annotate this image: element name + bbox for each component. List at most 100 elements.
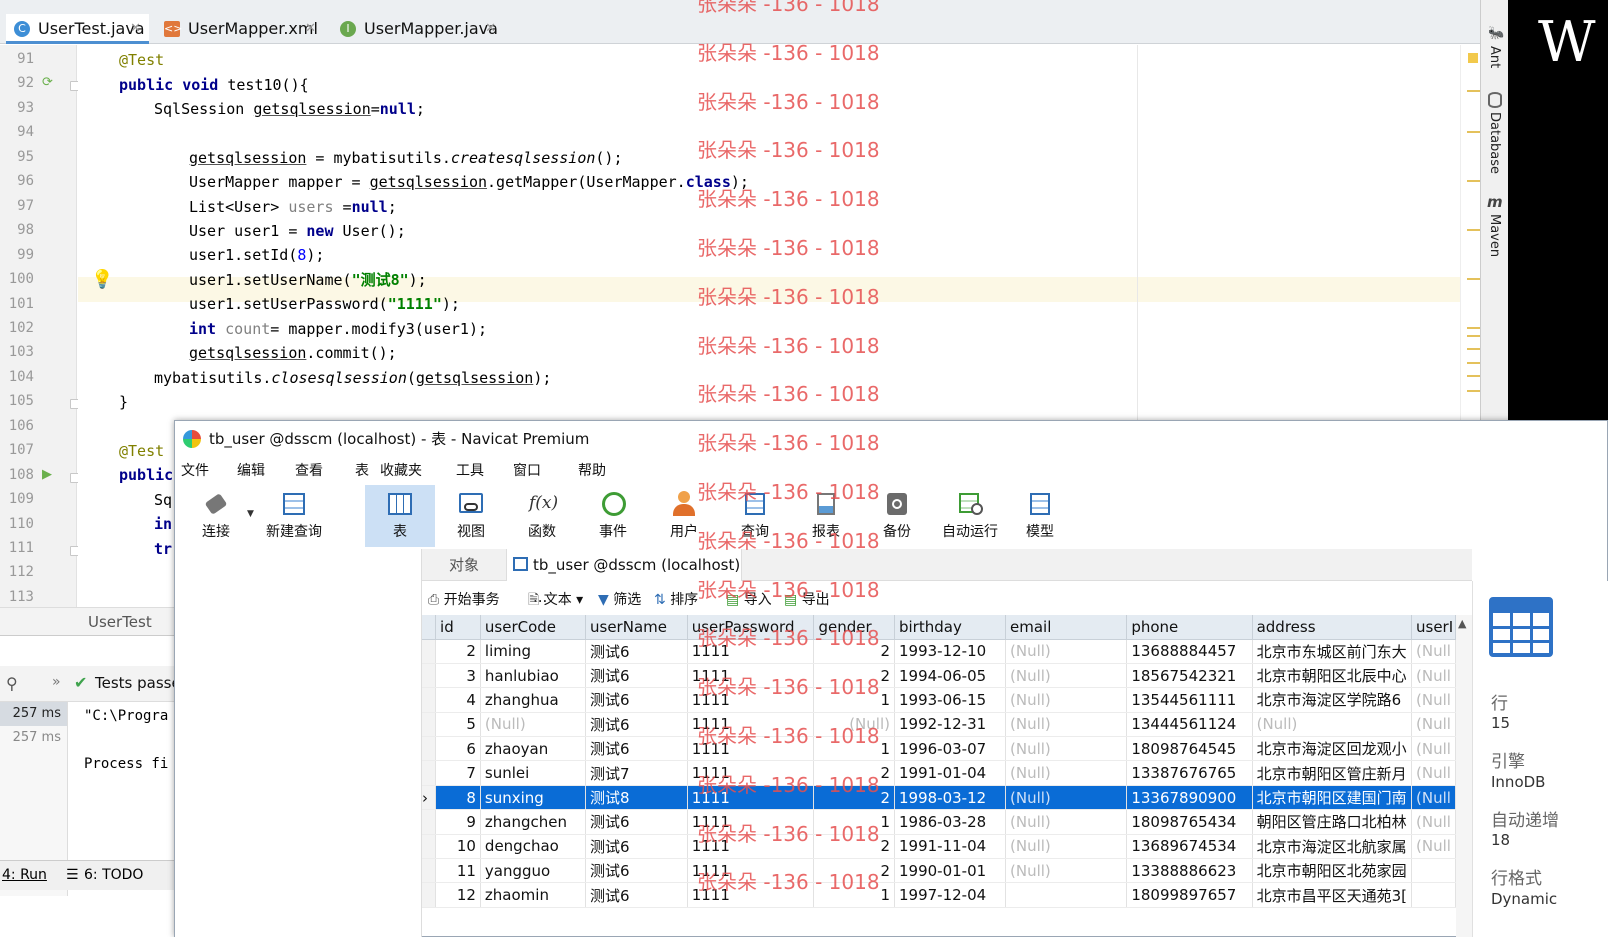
toolbar-model[interactable]: 模型 — [1005, 485, 1075, 547]
grid-cell[interactable]: (Null — [1411, 834, 1456, 860]
table-row[interactable]: 11 yangguo 测试6 1111 2 1990-01-01 (Null) 1338888… — [422, 858, 1456, 884]
table-row[interactable]: 4 zhanghua 测试6 1111 1 1993-06-15 (Null) 1354456… — [422, 687, 1456, 713]
grid-cell[interactable]: 测试6 — [585, 687, 688, 713]
grid-cell[interactable]: 13387676765 — [1126, 760, 1253, 786]
stripe-marker[interactable] — [1467, 362, 1481, 364]
stripe-marker[interactable] — [1467, 390, 1481, 392]
grid-cell[interactable]: (Null — [1411, 760, 1456, 786]
column-header[interactable]: phone — [1126, 615, 1253, 640]
grid-cell[interactable]: (Null — [1411, 663, 1456, 689]
menu-table-prefix[interactable]: 表 — [355, 457, 369, 485]
grid-cell[interactable]: 2 — [435, 639, 481, 664]
table-row[interactable]: › 8 sunxing 测试8 1111 2 1998-03-12 (Null) 1336789… — [422, 785, 1456, 811]
grid-cell[interactable]: 北京市朝阳区北苑家园 — [1252, 858, 1413, 884]
menu-view[interactable]: 查看 — [295, 457, 323, 485]
grid-cell[interactable]: 1996-03-07 — [894, 736, 1007, 762]
grid-cell[interactable] — [1411, 858, 1456, 884]
navigation-pane[interactable] — [175, 549, 422, 937]
grid-cell[interactable]: 1111 — [687, 639, 815, 664]
text-button[interactable]: 🗎 文本 ▾ — [528, 585, 583, 615]
grid-cell[interactable]: 测试6 — [585, 858, 688, 884]
grid-cell[interactable]: 测试6 — [585, 639, 688, 664]
begin-transaction-button[interactable]: ⎙ 开始事务 — [428, 585, 500, 615]
grid-cell[interactable]: 1993-12-10 — [894, 639, 1007, 664]
grid-cell[interactable]: 13688884457 — [1126, 639, 1253, 664]
grid-cell[interactable]: (Null — [1411, 712, 1456, 738]
column-header[interactable]: id — [435, 615, 481, 640]
grid-cell[interactable]: 5 — [435, 712, 481, 738]
test-time[interactable]: 257 ms — [0, 702, 67, 726]
grid-cell[interactable]: 朝阳区管庄路口北柏林 — [1252, 809, 1413, 835]
grid-cell[interactable]: 北京市海淀区学院路6 — [1252, 687, 1413, 713]
grid-cell[interactable]: 13689674534 — [1126, 834, 1253, 860]
grid-cell[interactable]: 2 — [813, 834, 895, 860]
grid-cell[interactable]: sunxing — [480, 785, 587, 811]
stripe-marker[interactable] — [1467, 335, 1481, 337]
data-grid[interactable]: id userCode userName userPassword gender birt… — [422, 615, 1456, 937]
table-row[interactable]: 6 zhaoyan 测试6 1111 1 1996-03-07 (Null) 18098764… — [422, 736, 1456, 762]
grid-cell[interactable]: 1 — [813, 687, 895, 713]
grid-cell[interactable]: 北京市海淀区回龙观小 — [1252, 736, 1413, 762]
grid-cell[interactable]: 测试7 — [585, 760, 688, 786]
run-icon[interactable]: ▶ — [42, 467, 52, 482]
filter-button[interactable]: ▼ 筛选 — [598, 585, 641, 615]
grid-cell[interactable]: 北京市东城区前门东大 — [1252, 639, 1413, 664]
grid-cell[interactable]: 测试6 — [585, 809, 688, 835]
column-header[interactable]: email — [1005, 615, 1128, 640]
table-row[interactable]: 10 dengchao 测试6 1111 2 1991-11-04 (Null) 136896… — [422, 834, 1456, 860]
grid-cell[interactable]: 1 — [813, 736, 895, 762]
grid-cell[interactable]: 18098764545 — [1126, 736, 1253, 762]
grid-cell[interactable]: hanlubiao — [480, 663, 587, 689]
grid-cell[interactable]: 18098765434 — [1126, 809, 1253, 835]
grid-cell[interactable] — [1005, 882, 1128, 908]
grid-cell[interactable]: zhaomin — [480, 882, 587, 908]
grid-cell[interactable]: 1111 — [687, 712, 815, 738]
grid-cell[interactable]: 11 — [435, 858, 481, 884]
dropdown-arrow-icon[interactable]: ▼ — [247, 509, 254, 519]
grid-cell[interactable]: 北京市海淀区北航家属 — [1252, 834, 1413, 860]
toolbar-connection[interactable]: 连接 — [181, 485, 251, 547]
toolbar-auto-run[interactable]: 自动运行 — [933, 485, 1007, 547]
table-row[interactable]: 2 liming 测试6 1111 2 1993-12-10 (Null) 136888844… — [422, 639, 1456, 664]
export-button[interactable]: ▤ 导出 — [784, 585, 830, 615]
stripe-marker[interactable] — [1467, 348, 1481, 350]
toolbar-table[interactable]: 表 — [365, 485, 435, 547]
grid-cell[interactable]: 2 — [813, 858, 895, 884]
grid-cell[interactable]: zhanghua — [480, 687, 587, 713]
grid-cell[interactable]: 测试6 — [585, 736, 688, 762]
grid-cell[interactable]: 测试6 — [585, 663, 688, 689]
close-icon[interactable]: ✕ — [305, 14, 316, 44]
stripe-marker[interactable] — [1467, 278, 1481, 280]
grid-cell[interactable] — [1411, 882, 1456, 908]
grid-cell[interactable]: yangguo — [480, 858, 587, 884]
grid-cell[interactable]: 1111 — [687, 760, 815, 786]
grid-cell[interactable]: 12 — [435, 882, 481, 908]
grid-cell[interactable]: (Null) — [1252, 712, 1413, 738]
column-header[interactable]: userCode — [480, 615, 587, 640]
grid-cell[interactable]: 北京市朝阳区管庄新月 — [1252, 760, 1413, 786]
grid-cell[interactable]: (Null) — [1005, 639, 1128, 664]
grid-cell[interactable]: 1111 — [687, 834, 815, 860]
toolbar-function[interactable]: f(x) 函数 — [507, 485, 577, 547]
grid-cell[interactable]: (Null) — [1005, 858, 1128, 884]
grid-cell[interactable]: 13388886623 — [1126, 858, 1253, 884]
toolbar-query[interactable]: 查询 — [720, 485, 790, 547]
grid-cell[interactable]: (Null) — [1005, 834, 1128, 860]
grid-cell[interactable]: 1994-06-05 — [894, 663, 1007, 689]
grid-cell[interactable]: 测试8 — [585, 785, 688, 811]
grid-cell[interactable]: (Null — [1411, 639, 1456, 664]
menu-edit[interactable]: 编辑 — [237, 457, 265, 485]
grid-cell[interactable]: 4 — [435, 687, 481, 713]
column-header[interactable]: gender — [813, 615, 895, 640]
tab-tb-user[interactable]: tb_user @dsscm (localhost) ... — [506, 549, 742, 606]
grid-cell[interactable]: zhangchen — [480, 809, 587, 835]
tool-database[interactable]: Database — [1487, 112, 1502, 174]
run-test-icon[interactable]: ⟳ — [42, 75, 53, 90]
tab-run[interactable]: 4: Run — [2, 867, 47, 883]
grid-cell[interactable]: 2 — [813, 663, 895, 689]
grid-cell[interactable]: 2 — [813, 760, 895, 786]
grid-cell[interactable]: 18567542321 — [1126, 663, 1253, 689]
table-row[interactable]: 12 zhaomin 测试6 1111 1 1997-12-04 18099897657 北京… — [422, 882, 1456, 908]
menu-window[interactable]: 窗口 — [513, 457, 541, 485]
grid-cell[interactable]: (Null) — [813, 712, 895, 738]
